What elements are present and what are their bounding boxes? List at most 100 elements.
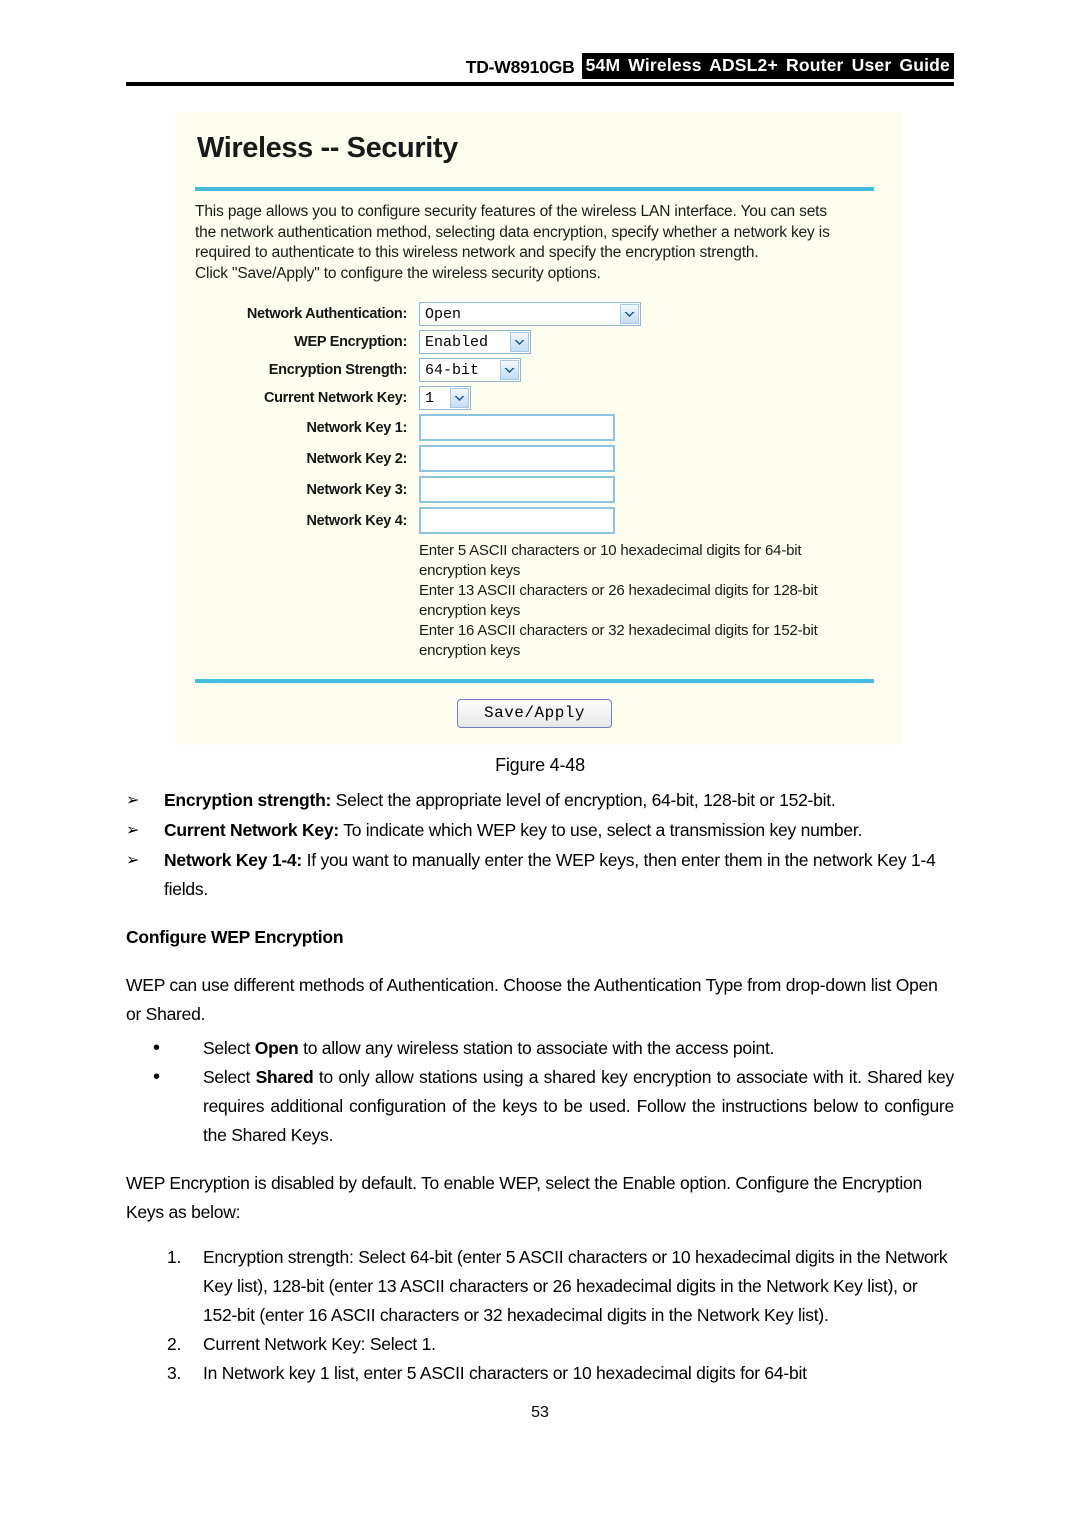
hint-line: Enter 16 ASCII characters or 32 hexadeci… bbox=[419, 622, 818, 639]
bullet-term: Open bbox=[254, 1038, 299, 1058]
arrow-bullet-text: Encryption strength: Select the appropri… bbox=[164, 786, 954, 815]
encryption-strength-value: 64-bit bbox=[425, 361, 480, 379]
list-item: 2. Current Network Key: Select 1. bbox=[126, 1330, 954, 1359]
network-key-4-input[interactable] bbox=[419, 507, 615, 534]
label-network-key-2: Network Key 2: bbox=[306, 450, 407, 467]
wep-configuration-steps: 1. Encryption strength: Select 64-bit (e… bbox=[126, 1243, 954, 1388]
network-key-2-input[interactable] bbox=[419, 445, 615, 472]
label-network-key-4: Network Key 4: bbox=[306, 512, 407, 529]
label-current-network-key: Current Network Key: bbox=[263, 390, 407, 406]
row-current-network-key: Current Network Key: 1 bbox=[189, 386, 880, 410]
label-network-key-3: Network Key 3: bbox=[306, 481, 407, 498]
list-item-text: In Network key 1 list, enter 5 ASCII cha… bbox=[203, 1363, 807, 1383]
row-network-authentication: Network Authentication: Open bbox=[189, 302, 880, 326]
arrow-bullet-icon: ➢ bbox=[126, 822, 140, 839]
panel-actions: Save/Apply bbox=[189, 699, 880, 728]
network-authentication-select[interactable]: Open bbox=[419, 302, 641, 326]
current-network-key-select[interactable]: 1 bbox=[419, 386, 471, 410]
panel-description-line: the network authentication method, selec… bbox=[195, 223, 830, 241]
router-config-screenshot: Wireless -- Security This page allows yo… bbox=[175, 112, 902, 745]
list-item-text: Select Open to allow any wireless statio… bbox=[203, 1034, 954, 1063]
row-wep-encryption: WEP Encryption: Enabled bbox=[189, 330, 880, 354]
wep-encryption-select[interactable]: Enabled bbox=[419, 330, 531, 354]
hint-line: Enter 5 ASCII characters or 10 hexadecim… bbox=[419, 542, 802, 559]
control-network-key-3 bbox=[419, 476, 615, 503]
bullet-prefix: Select bbox=[203, 1067, 256, 1087]
hint-line: encryption keys bbox=[419, 642, 521, 659]
panel-title: Wireless -- Security bbox=[197, 132, 458, 164]
bullet-term: Shared bbox=[255, 1067, 314, 1087]
page-number: 53 bbox=[531, 1404, 549, 1421]
bullet-prefix: Select bbox=[203, 1038, 255, 1058]
chevron-down-icon[interactable] bbox=[510, 332, 529, 352]
list-item: 1. Encryption strength: Select 64-bit (e… bbox=[126, 1243, 954, 1330]
row-encryption-strength: Encryption Strength: 64-bit bbox=[189, 358, 880, 382]
paragraph-wep-default-state: WEP Encryption is disabled by default. T… bbox=[126, 1173, 923, 1222]
header-divider bbox=[126, 82, 954, 86]
control-network-authentication: Open bbox=[419, 302, 641, 326]
row-network-key-3: Network Key 3: bbox=[189, 476, 880, 503]
arrow-bullet-term: Encryption strength: bbox=[164, 790, 332, 810]
network-authentication-value: Open bbox=[425, 305, 462, 323]
list-item: 3. In Network key 1 list, enter 5 ASCII … bbox=[126, 1359, 954, 1388]
row-network-key-4: Network Key 4: bbox=[189, 507, 880, 534]
chevron-down-icon[interactable] bbox=[450, 388, 469, 408]
control-wep-encryption: Enabled bbox=[419, 330, 531, 354]
hint-line: Enter 13 ASCII characters or 26 hexadeci… bbox=[419, 582, 818, 599]
list-item-text: Current Network Key: Select 1. bbox=[203, 1334, 436, 1354]
arrow-bullet-current-network-key: ➢ Current Network Key: To indicate which… bbox=[126, 816, 954, 845]
current-network-key-value: 1 bbox=[425, 389, 435, 407]
network-key-1-input[interactable] bbox=[419, 414, 615, 441]
chevron-down-icon[interactable] bbox=[500, 360, 519, 380]
arrow-bullet-term: Current Network Key: bbox=[164, 820, 339, 840]
list-item-text: Select Shared to only allow stations usi… bbox=[203, 1063, 954, 1150]
authentication-bullet-list: • Select Open to allow any wireless stat… bbox=[126, 1034, 954, 1150]
bullet-suffix: to allow any wireless station to associa… bbox=[298, 1038, 775, 1058]
encryption-strength-select[interactable]: 64-bit bbox=[419, 358, 521, 382]
label-network-authentication: Network Authentication: bbox=[246, 306, 407, 322]
control-network-key-1 bbox=[419, 414, 615, 441]
list-item-number: 2. bbox=[167, 1334, 182, 1354]
control-encryption-strength: 64-bit bbox=[419, 358, 521, 382]
control-network-key-2 bbox=[419, 445, 615, 472]
list-item-number: 3. bbox=[167, 1363, 182, 1383]
panel-bottom-divider bbox=[195, 679, 874, 683]
control-current-network-key: 1 bbox=[419, 386, 471, 410]
chevron-down-icon[interactable] bbox=[620, 304, 639, 324]
panel-description: This page allows you to configure securi… bbox=[195, 202, 880, 284]
row-network-key-2: Network Key 2: bbox=[189, 445, 880, 472]
save-apply-button[interactable]: Save/Apply bbox=[456, 699, 612, 728]
arrow-bullet-icon: ➢ bbox=[126, 852, 140, 869]
arrow-bullet-encryption-strength: ➢ Encryption strength: Select the approp… bbox=[126, 786, 954, 815]
header-line: TD-W8910GB 54M Wireless ADSL2+ Router Us… bbox=[126, 52, 954, 79]
bullet-icon: • bbox=[153, 1066, 160, 1088]
arrow-bullet-term: Network Key 1-4: bbox=[164, 850, 302, 870]
header-model-text: TD-W8910GB bbox=[465, 57, 575, 77]
panel-description-line: required to authenticate to this wireles… bbox=[195, 244, 759, 261]
header-title-text: 54M Wireless ADSL2+ Router User Guide bbox=[581, 53, 954, 79]
panel-inner: Wireless -- Security This page allows yo… bbox=[175, 112, 902, 728]
bullet-icon: • bbox=[153, 1037, 160, 1059]
panel-top-divider bbox=[195, 187, 874, 191]
page-header: TD-W8910GB 54M Wireless ADSL2+ Router Us… bbox=[126, 52, 954, 86]
hint-line: encryption keys bbox=[419, 562, 521, 579]
bullet-suffix: to only allow stations using a shared ke… bbox=[203, 1067, 955, 1145]
arrow-bullet-text: Network Key 1-4: If you want to manually… bbox=[164, 846, 954, 904]
network-key-3-input[interactable] bbox=[419, 476, 615, 503]
encryption-key-hints: Enter 5 ASCII characters or 10 hexadecim… bbox=[419, 541, 880, 661]
list-item-text: Encryption strength: Select 64-bit (ente… bbox=[203, 1247, 948, 1325]
arrow-bullet-body: To indicate which WEP key to use, select… bbox=[338, 820, 863, 840]
row-network-key-1: Network Key 1: bbox=[189, 414, 880, 441]
wep-encryption-value: Enabled bbox=[425, 333, 489, 351]
control-network-key-4 bbox=[419, 507, 615, 534]
label-network-key-1: Network Key 1: bbox=[306, 419, 407, 436]
figure-caption: Figure 4-48 bbox=[495, 755, 585, 775]
label-encryption-strength: Encryption Strength: bbox=[268, 362, 408, 378]
list-item: • Select Shared to only allow stations u… bbox=[126, 1063, 954, 1150]
arrow-bullet-body: Select the appropriate level of encrypti… bbox=[331, 790, 836, 810]
document-body: ➢ Encryption strength: Select the approp… bbox=[126, 785, 954, 1388]
arrow-bullet-text: Current Network Key: To indicate which W… bbox=[164, 816, 954, 845]
panel-description-line: This page allows you to configure securi… bbox=[195, 203, 827, 220]
list-item-number: 1. bbox=[167, 1247, 182, 1267]
label-wep-encryption: WEP Encryption: bbox=[294, 334, 407, 350]
